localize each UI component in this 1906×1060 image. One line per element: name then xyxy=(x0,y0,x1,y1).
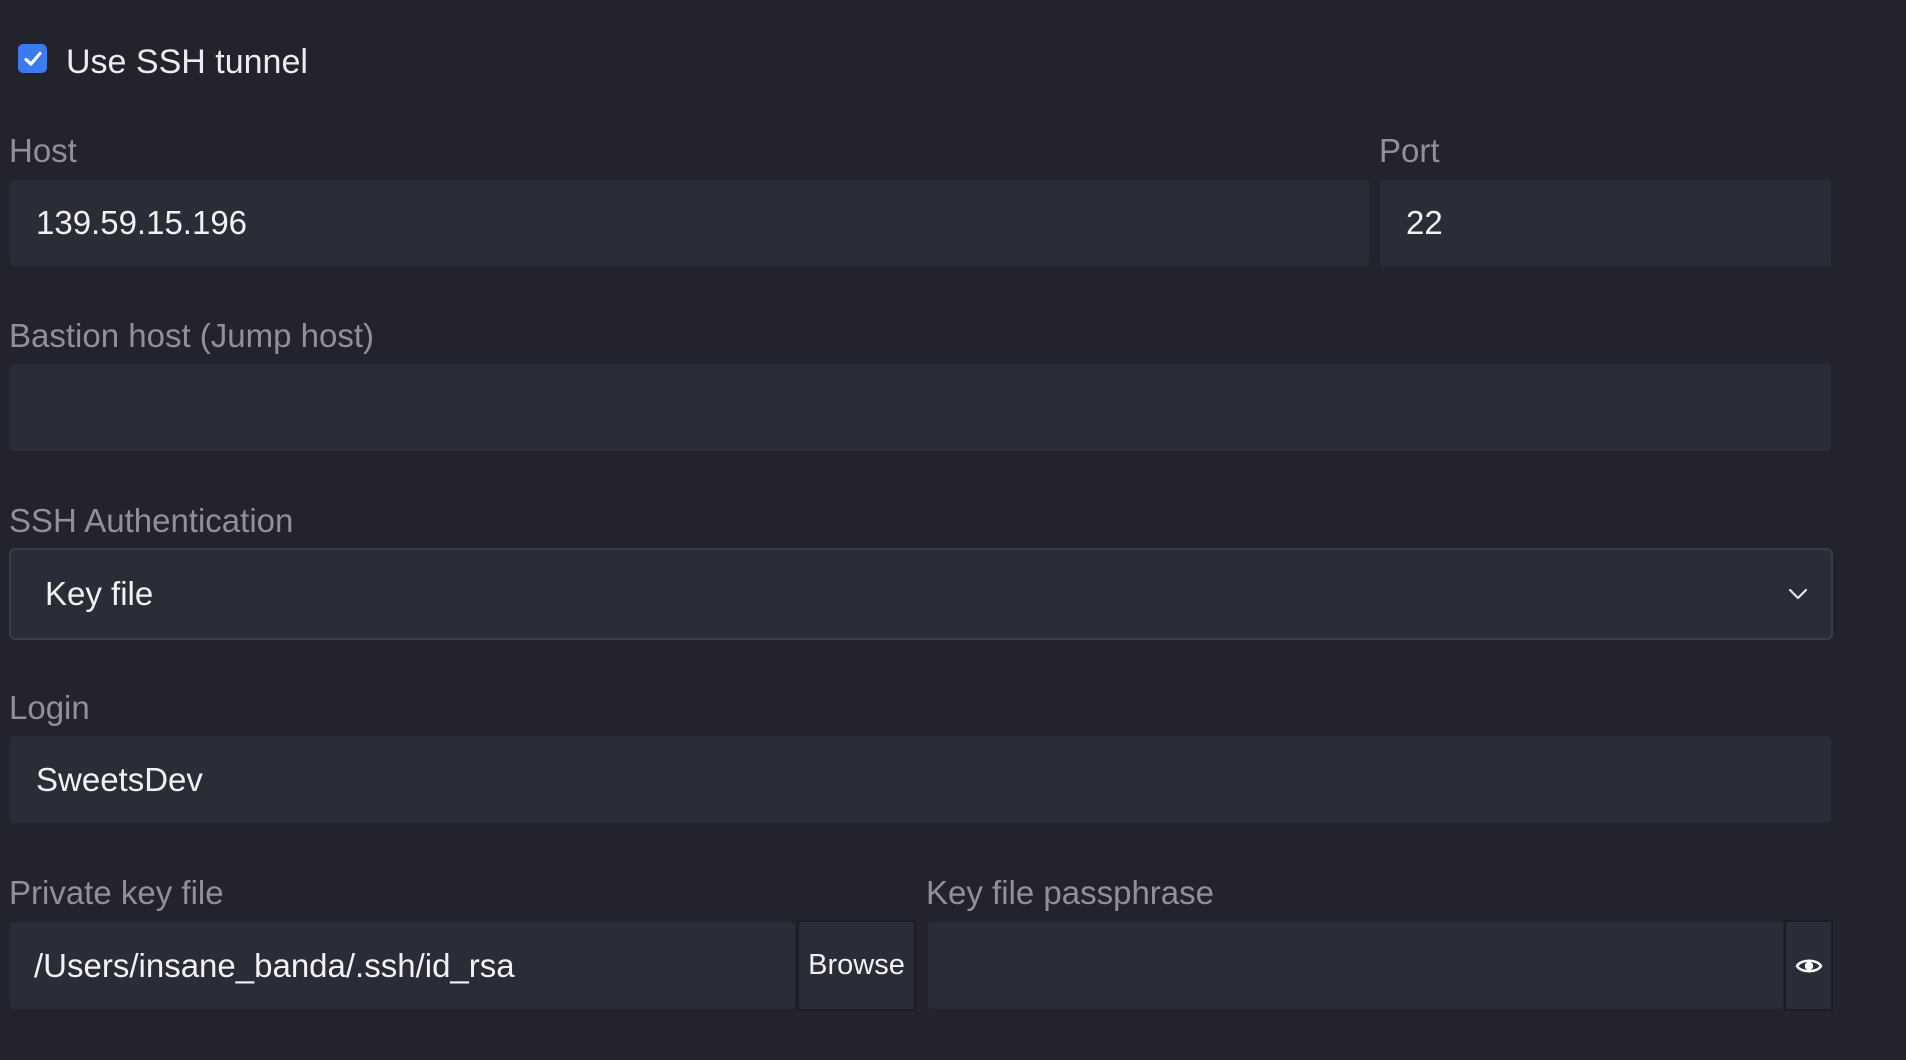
login-label: Login xyxy=(9,689,90,726)
use-ssh-tunnel-checkbox[interactable] xyxy=(18,44,47,73)
bastion-host-input[interactable] xyxy=(10,364,1831,451)
host-input[interactable]: 139.59.15.196 xyxy=(10,180,1369,266)
host-label: Host xyxy=(9,132,77,169)
ssh-tunnel-settings: Use SSH tunnel Host 139.59.15.196 Port 2… xyxy=(0,0,1906,1060)
bastion-host-label: Bastion host (Jump host) xyxy=(9,317,374,354)
port-label: Port xyxy=(1379,132,1440,169)
private-key-file-label: Private key file xyxy=(9,874,224,911)
chevron-down-icon xyxy=(1788,588,1808,600)
checkmark-icon xyxy=(23,51,42,66)
port-value: 22 xyxy=(1406,204,1443,241)
toggle-passphrase-visibility-button[interactable] xyxy=(1784,920,1833,1011)
login-value: SweetsDev xyxy=(36,760,203,798)
browse-button[interactable]: Browse xyxy=(797,920,916,1011)
use-ssh-tunnel-label[interactable]: Use SSH tunnel xyxy=(66,42,308,82)
host-value: 139.59.15.196 xyxy=(36,204,248,241)
eye-icon xyxy=(1795,958,1822,973)
login-input[interactable]: SweetsDev xyxy=(10,736,1831,823)
private-key-file-input[interactable]: /Users/insane_banda/.ssh/id_rsa xyxy=(10,922,795,1009)
ssh-authentication-select[interactable]: Key file xyxy=(9,548,1833,640)
key-file-passphrase-label: Key file passphrase xyxy=(926,874,1214,911)
ssh-authentication-label: SSH Authentication xyxy=(9,502,294,539)
private-key-file-value: /Users/insane_banda/.ssh/id_rsa xyxy=(34,946,515,984)
key-file-passphrase-input[interactable] xyxy=(928,922,1783,1009)
port-input[interactable]: 22 xyxy=(1380,180,1831,266)
ssh-authentication-value: Key file xyxy=(45,575,154,612)
